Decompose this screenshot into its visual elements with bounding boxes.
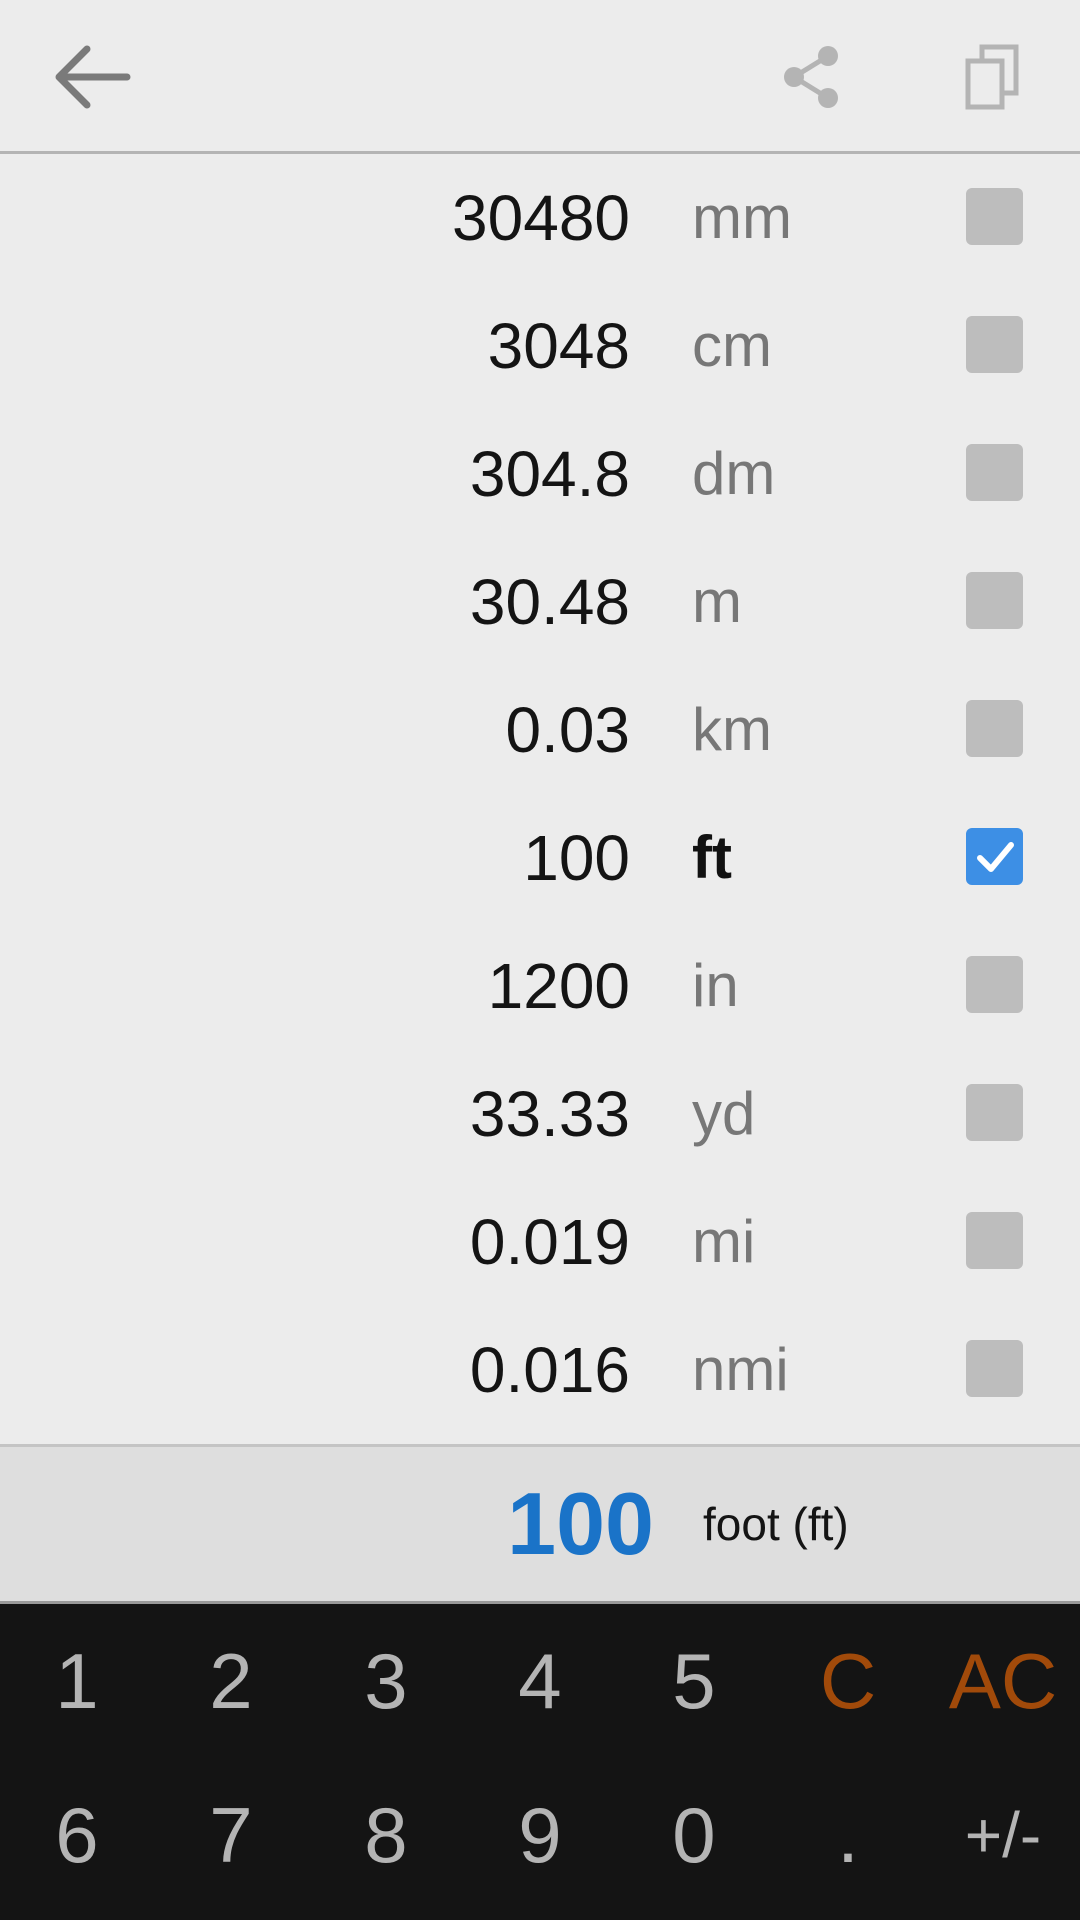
- unit-checkbox[interactable]: [966, 316, 1023, 373]
- unit-list: 30480 mm 3048 cm 304.8 dm 30.48 m 0.03 k…: [0, 154, 1080, 1444]
- unit-value: 0.019: [469, 1206, 630, 1278]
- key-1[interactable]: 1: [0, 1604, 154, 1758]
- unit-symbol: nmi: [692, 1336, 789, 1403]
- unit-symbol: dm: [692, 440, 776, 507]
- current-value-bar: 100 foot (ft): [0, 1444, 1080, 1604]
- converter-screen: 30480 mm 3048 cm 304.8 dm 30.48 m 0.03 k…: [0, 0, 1080, 1920]
- unit-checkbox[interactable]: [966, 1084, 1023, 1141]
- unit-value: 0.03: [505, 694, 630, 766]
- unit-symbol: m: [692, 568, 742, 635]
- unit-checkbox[interactable]: [966, 1212, 1023, 1269]
- unit-value: 30480: [452, 182, 630, 254]
- check-icon: [977, 842, 1014, 872]
- unit-symbol: mm: [692, 184, 792, 251]
- unit-row-in[interactable]: 1200 in: [0, 922, 1080, 1050]
- unit-symbol: cm: [692, 312, 772, 379]
- unit-row-m[interactable]: 30.48 m: [0, 538, 1080, 666]
- unit-value: 33.33: [469, 1078, 630, 1150]
- unit-symbol: ft: [692, 824, 732, 891]
- key-negate[interactable]: +/-: [926, 1758, 1080, 1912]
- unit-checkbox[interactable]: [966, 188, 1023, 245]
- key-6[interactable]: 6: [0, 1758, 154, 1912]
- unit-row-yd[interactable]: 33.33 yd: [0, 1050, 1080, 1178]
- copy-icon: [965, 44, 1019, 110]
- unit-row-cm[interactable]: 3048 cm: [0, 282, 1080, 410]
- unit-value: 30.48: [469, 566, 630, 638]
- back-button[interactable]: [41, 27, 141, 127]
- copy-button[interactable]: [942, 27, 1042, 127]
- unit-symbol: km: [692, 696, 772, 763]
- unit-value: 1200: [487, 950, 630, 1022]
- toolbar: [0, 0, 1080, 154]
- share-button[interactable]: [762, 27, 862, 127]
- unit-value: 3048: [487, 310, 630, 382]
- unit-checkbox[interactable]: [966, 444, 1023, 501]
- unit-symbol: mi: [692, 1208, 756, 1275]
- unit-symbol: in: [692, 952, 739, 1019]
- key-9[interactable]: 9: [463, 1758, 617, 1912]
- unit-value: 0.016: [469, 1334, 630, 1406]
- key-7[interactable]: 7: [154, 1758, 308, 1912]
- unit-checkbox-checked[interactable]: [966, 828, 1023, 885]
- unit-checkbox[interactable]: [966, 1340, 1023, 1397]
- arrow-left-icon: [55, 45, 131, 109]
- unit-value: 304.8: [469, 438, 630, 510]
- key-2[interactable]: 2: [154, 1604, 308, 1758]
- key-0[interactable]: 0: [617, 1758, 771, 1912]
- key-5[interactable]: 5: [617, 1604, 771, 1758]
- key-8[interactable]: 8: [309, 1758, 463, 1912]
- unit-checkbox[interactable]: [966, 700, 1023, 757]
- key-clear[interactable]: C: [771, 1604, 925, 1758]
- unit-checkbox[interactable]: [966, 572, 1023, 629]
- unit-row-nmi[interactable]: 0.016 nmi: [0, 1306, 1080, 1434]
- share-icon: [784, 46, 838, 108]
- unit-row-dm[interactable]: 304.8 dm: [0, 410, 1080, 538]
- unit-value: 100: [523, 822, 630, 894]
- key-4[interactable]: 4: [463, 1604, 617, 1758]
- key-all-clear[interactable]: AC: [926, 1604, 1080, 1758]
- key-3[interactable]: 3: [309, 1604, 463, 1758]
- keypad: 1 2 3 4 5 C AC 6 7 8 9 0 . +/-: [0, 1604, 1080, 1920]
- unit-row-mm[interactable]: 30480 mm: [0, 154, 1080, 282]
- unit-row-km[interactable]: 0.03 km: [0, 666, 1080, 794]
- unit-row-ft[interactable]: 100 ft: [0, 794, 1080, 922]
- current-unit-label: foot (ft): [703, 1498, 849, 1550]
- current-value: 100: [507, 1474, 654, 1573]
- unit-symbol: yd: [692, 1080, 756, 1147]
- unit-checkbox[interactable]: [966, 956, 1023, 1013]
- unit-row-mi[interactable]: 0.019 mi: [0, 1178, 1080, 1306]
- key-decimal[interactable]: .: [771, 1758, 925, 1912]
